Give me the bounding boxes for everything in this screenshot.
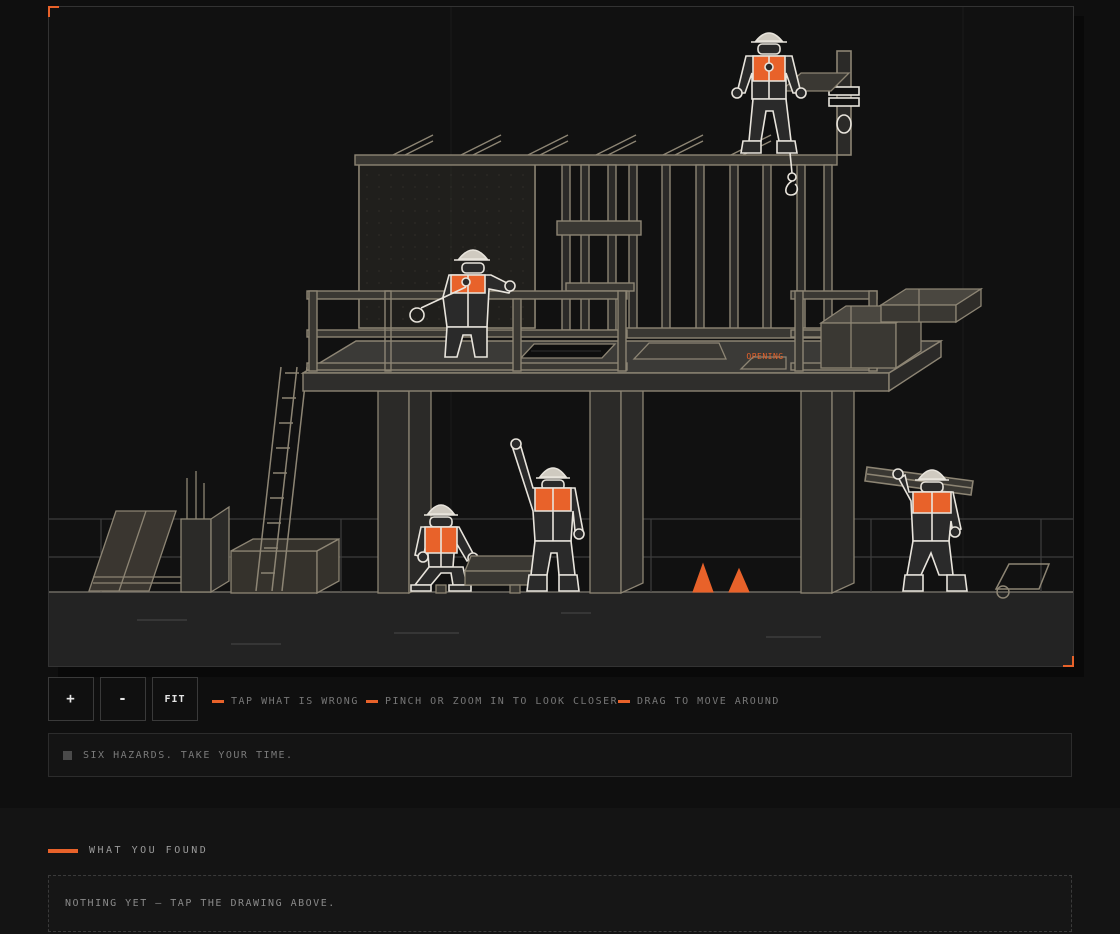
hint-drag: DRAG TO MOVE AROUND	[618, 695, 780, 707]
status-bar: SIX HAZARDS. TAKE YOUR TIME.	[48, 733, 1072, 777]
found-section-heading: WHAT YOU FOUND	[48, 845, 208, 856]
frame-corner-top-left	[48, 6, 59, 17]
dash-icon	[618, 699, 630, 703]
found-heading-text: WHAT YOU FOUND	[89, 845, 209, 856]
hazard-scene-canvas[interactable]: OPENING	[48, 6, 1074, 667]
construction-site-drawing[interactable]: OPENING	[49, 7, 1073, 666]
status-text: SIX HAZARDS. TAKE YOUR TIME.	[83, 749, 294, 761]
fit-button[interactable]: FIT	[152, 677, 198, 721]
worker-on-roof[interactable]	[731, 32, 807, 154]
traffic-cones[interactable]	[692, 562, 750, 593]
dash-icon	[366, 699, 378, 703]
zoom-in-button[interactable]: +	[48, 677, 94, 721]
building-frame	[354, 134, 838, 339]
hint-zoom: PINCH OR ZOOM IN TO LOOK CLOSER	[366, 695, 618, 707]
dash-icon	[212, 699, 224, 703]
frame-corner-bottom-right	[1063, 656, 1074, 667]
stacked-materials[interactable]	[818, 287, 984, 370]
found-list: NOTHING YET — TAP THE DRAWING ABOVE.	[48, 875, 1072, 932]
hint-text: PINCH OR ZOOM IN TO LOOK CLOSER	[385, 695, 619, 707]
status-square-icon	[63, 750, 72, 760]
electrical-box	[180, 471, 230, 594]
hint-tap: TAP WHAT IS WRONG	[212, 695, 359, 707]
hint-text: TAP WHAT IS WRONG	[231, 695, 359, 707]
ground	[49, 592, 1073, 666]
zoom-out-button[interactable]: -	[100, 677, 146, 721]
worker-carrying-lumber[interactable]	[864, 466, 974, 592]
found-empty-text: NOTHING YET — TAP THE DRAWING ABOVE.	[65, 898, 336, 909]
opening-label: OPENING	[746, 352, 783, 361]
hint-text: DRAG TO MOVE AROUND	[637, 695, 780, 707]
accent-bar-icon	[48, 848, 78, 853]
